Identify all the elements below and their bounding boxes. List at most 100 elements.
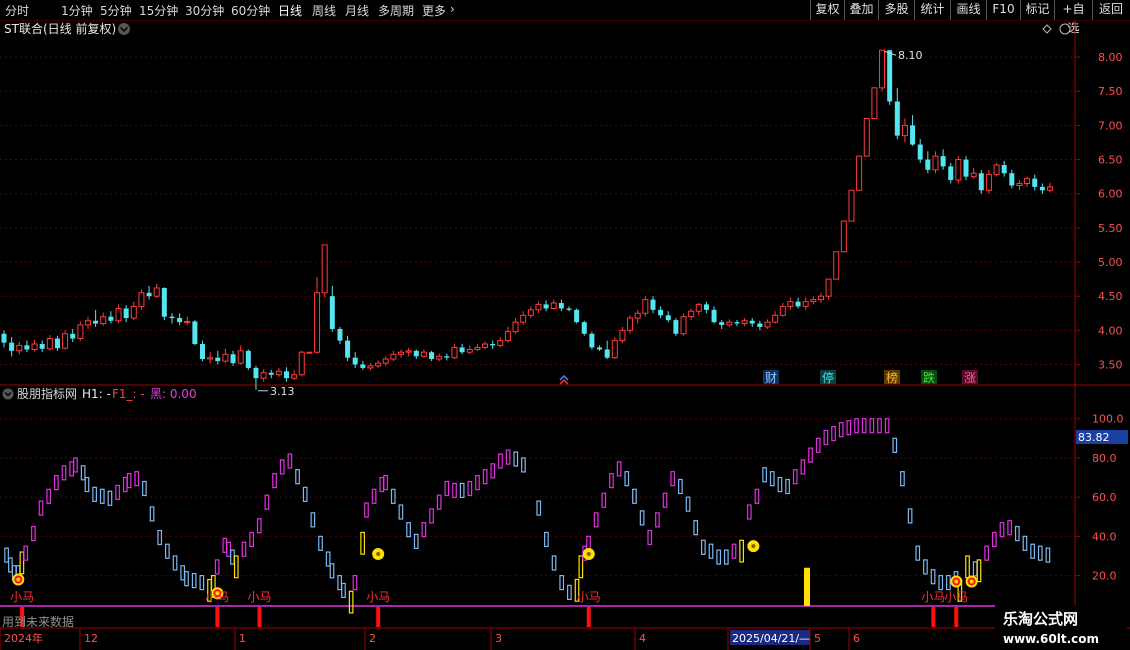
indicator-bar-blue <box>551 555 557 571</box>
candle-body <box>283 371 289 379</box>
diamond-icon[interactable] <box>1042 24 1052 34</box>
candle-body <box>482 343 489 348</box>
price-tick-label: 8.00 <box>1098 51 1123 64</box>
time-axis: 2024年 12 1 2 3 4 2025/04/21/— 5 6 <box>0 628 860 650</box>
indicator-h1-label: H1: - <box>82 387 111 401</box>
indicator-tick-label: 40.0 <box>1092 530 1117 543</box>
candle-body <box>634 312 641 319</box>
candle-body <box>581 322 587 334</box>
candle-body <box>550 302 557 309</box>
candle-body <box>970 172 977 178</box>
candle-body <box>1016 182 1023 187</box>
indicator-tick-label: 80.0 <box>1092 452 1117 465</box>
settings-circle-icon[interactable] <box>1059 23 1071 35</box>
candle-body <box>398 351 405 355</box>
candle-body <box>360 364 366 368</box>
time-label: 6 <box>853 632 860 645</box>
indicator-bar-yellow <box>348 590 354 614</box>
candle-body <box>222 353 229 362</box>
candle-body <box>795 301 801 307</box>
indicator-bar-magenta <box>884 418 890 434</box>
time-label: 4 <box>639 632 646 645</box>
candle-body <box>817 295 824 301</box>
indicator-series: 小马 小马 小马 小马 小马 小马小马 <box>4 418 1051 627</box>
indicator-bar-blue <box>199 574 205 591</box>
candle-body <box>93 320 99 324</box>
event-marker-rank[interactable]: 榜 <box>884 370 900 385</box>
candle-body <box>611 340 618 359</box>
indicator-bar-magenta <box>279 459 285 475</box>
indicator-tick-label: 60.0 <box>1092 491 1117 504</box>
signal-dot-core <box>954 579 959 584</box>
event-marker-halt[interactable]: 停 <box>820 370 836 385</box>
signal-bar <box>215 607 220 627</box>
indicator-bar-magenta <box>256 518 262 534</box>
event-marker-finance[interactable]: 财 <box>763 370 779 385</box>
indicator-bar-blue <box>716 549 722 565</box>
indicator-bar-blue <box>172 555 178 571</box>
candle-body <box>833 251 840 280</box>
candle-body <box>184 320 191 323</box>
candle-body <box>917 144 923 160</box>
indicator-bar-blue <box>295 469 300 485</box>
candle-body <box>70 333 76 339</box>
indicator-tall-bar <box>803 567 810 606</box>
candle-body <box>459 347 465 353</box>
indicator-bar-blue <box>1037 545 1043 561</box>
candle-body <box>589 333 595 348</box>
indicator-bar-magenta <box>23 545 29 561</box>
event-marker-rise[interactable]: 涨 <box>962 370 978 385</box>
indicator-bar-magenta <box>46 488 52 504</box>
candle-body <box>1047 186 1053 191</box>
signal-label: 小马 <box>248 590 272 604</box>
candle-body <box>321 244 328 294</box>
event-marker-fall-label: 跌 <box>923 370 935 385</box>
indicator-bar-yellow <box>578 555 584 579</box>
candle-body <box>24 345 30 350</box>
indicator-bar-magenta <box>505 449 511 465</box>
indicator-chevron-icon[interactable] <box>2 388 14 400</box>
candle-body <box>177 318 183 323</box>
indicator-bar-blue <box>567 584 572 600</box>
candle-body <box>413 350 419 357</box>
candle-body <box>1001 165 1007 174</box>
indicator-bar-blue <box>972 561 978 577</box>
indicator-bar-magenta <box>482 469 488 485</box>
indicator-bar-magenta <box>134 471 140 487</box>
candle-body <box>337 328 343 341</box>
chevron-down-icon[interactable] <box>118 23 130 35</box>
indicator-bar-magenta <box>452 482 457 499</box>
candle-body <box>245 350 251 368</box>
indicator-bar-blue <box>165 543 170 559</box>
double-chevron-up-icon[interactable] <box>559 374 569 385</box>
candle-body <box>741 320 748 325</box>
candle-body <box>619 329 626 342</box>
indicator-bar-blue <box>142 480 147 497</box>
indicator-bar-magenta <box>877 418 882 434</box>
indicator-bar-blue <box>639 510 645 526</box>
stock-chart[interactable]: 3.50 4.00 4.50 5.00 5.50 6.00 6.50 7.00 7.50 8.00… <box>0 0 1130 650</box>
candle-body <box>420 351 427 357</box>
indicator-bar-magenta <box>249 531 254 548</box>
event-marker-fall[interactable]: 跌 <box>921 370 937 385</box>
indicator-bar-blue <box>536 500 542 516</box>
candle-body <box>405 350 412 353</box>
candle-body <box>237 350 244 364</box>
candle-body <box>703 304 709 310</box>
indicator-bar-blue <box>341 582 346 599</box>
candle-body <box>130 305 137 319</box>
indicator-bar-magenta <box>823 429 829 446</box>
indicator-bar-magenta <box>655 512 660 528</box>
candle-body <box>925 159 931 170</box>
future-data-note: 用到未来数据 <box>2 614 74 629</box>
price-tick-label: 5.50 <box>1098 222 1123 235</box>
candle-body <box>46 338 53 350</box>
candle-body <box>504 331 511 342</box>
candle-body <box>115 307 122 322</box>
signal-dot-core <box>586 552 591 557</box>
signal-dot-core <box>751 544 756 549</box>
time-label: 2025/04/21/— <box>732 632 810 645</box>
indicator-bar-blue <box>1014 525 1020 542</box>
candle-body <box>153 287 160 297</box>
indicator-bar-magenta <box>38 500 44 516</box>
